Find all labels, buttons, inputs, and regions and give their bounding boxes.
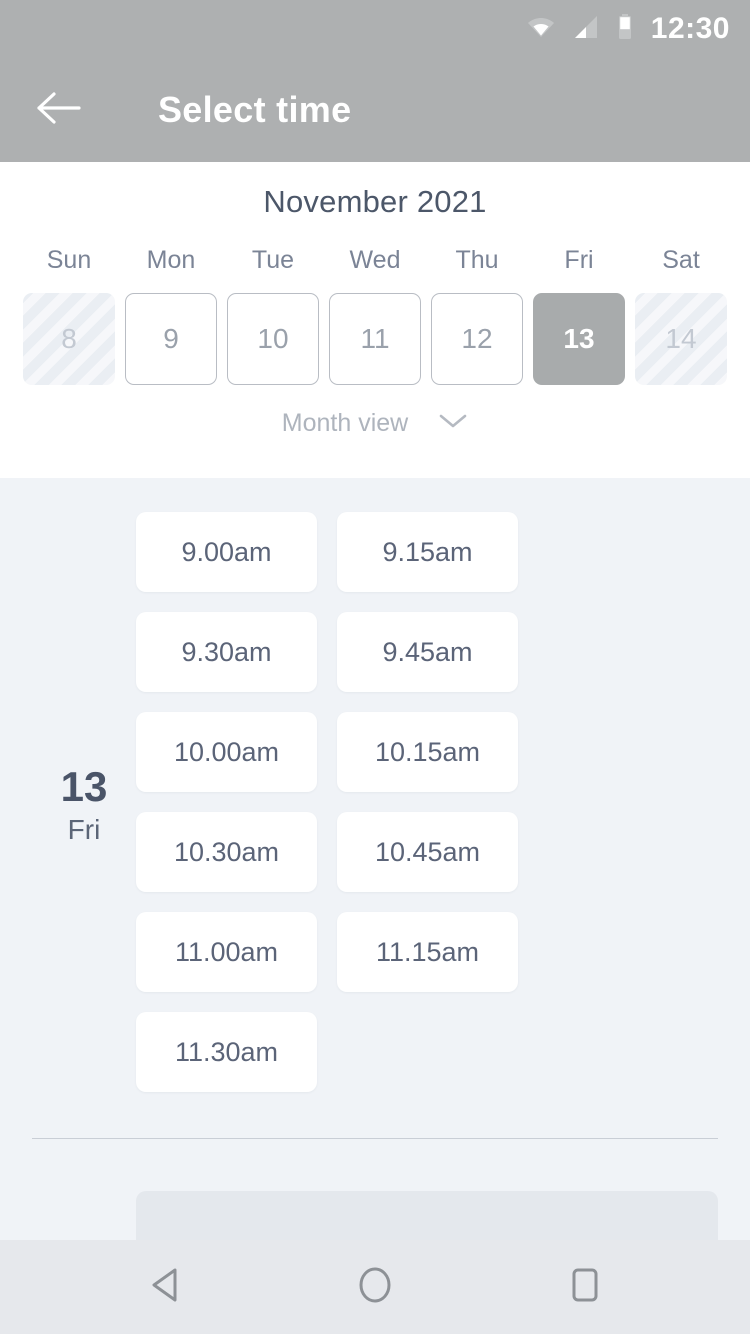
schedule-day-number: 13 <box>60 763 108 810</box>
nav-recents-button[interactable] <box>540 1242 630 1332</box>
calendar-days-row: 8 9 10 11 12 13 14 <box>0 293 750 385</box>
time-slot[interactable]: 9.45am <box>337 612 518 692</box>
time-slot[interactable]: 9.15am <box>337 512 518 592</box>
recents-square-icon <box>568 1266 602 1309</box>
time-slot[interactable]: 11.15am <box>337 912 518 992</box>
weekday-header-row: Sun Mon Tue Wed Thu Fri Sat <box>0 246 750 275</box>
weekday-label-sat: Sat <box>662 246 700 274</box>
time-slot[interactable]: 10.00am <box>136 712 317 792</box>
month-view-toggle[interactable]: Month view <box>0 409 750 438</box>
nav-back-button[interactable] <box>120 1242 210 1332</box>
android-nav-bar <box>0 1240 750 1334</box>
chevron-down-icon <box>438 412 468 435</box>
weekday-label-mon: Mon <box>146 246 196 274</box>
back-triangle-icon <box>148 1267 182 1308</box>
calendar-month-title: November 2021 <box>263 184 487 219</box>
app-bar: Select time <box>0 58 750 162</box>
time-slot[interactable]: 11.30am <box>136 1012 317 1092</box>
month-view-label: Month view <box>281 409 409 437</box>
schedule-list: 13 Fri 9.00am 9.15am 9.30am 9.45am 10.00… <box>0 478 750 1240</box>
phone-screen: 12:30 Select time November 2021 Sun Mon … <box>0 0 750 1334</box>
battery-icon <box>617 13 633 45</box>
time-slot[interactable]: 9.00am <box>136 512 317 592</box>
time-slot-grid: 9.00am 9.15am 9.30am 9.45am 10.00am 10.1… <box>136 512 718 1092</box>
arrow-left-icon <box>35 91 81 130</box>
schedule-day-name: Fri <box>67 814 101 845</box>
calendar-day-8: 8 <box>23 293 115 385</box>
time-slot[interactable]: 10.30am <box>136 812 317 892</box>
calendar-day-12[interactable]: 12 <box>431 293 523 385</box>
nav-home-button[interactable] <box>330 1242 420 1332</box>
time-slot[interactable]: 10.15am <box>337 712 518 792</box>
status-icon-group <box>527 13 633 45</box>
time-slot[interactable]: 9.30am <box>136 612 317 692</box>
status-clock: 12:30 <box>650 12 730 45</box>
time-slot[interactable]: 10.45am <box>337 812 518 892</box>
schedule-day-label-13: 13 Fri <box>32 512 136 1092</box>
status-bar: 12:30 <box>0 0 750 58</box>
weekday-label-thu: Thu <box>455 246 499 274</box>
salon-closed-card: Salon closed <box>136 1191 718 1240</box>
schedule-day-13: 13 Fri 9.00am 9.15am 9.30am 9.45am 10.00… <box>0 478 750 1092</box>
weekday-label-tue: Tue <box>251 246 295 274</box>
schedule-day-number: 14 <box>61 1236 108 1240</box>
calendar-day-10[interactable]: 10 <box>227 293 319 385</box>
weekday-label-wed: Wed <box>349 246 401 274</box>
wifi-icon <box>527 16 555 43</box>
weekday-label-fri: Fri <box>564 246 594 274</box>
calendar-day-11[interactable]: 11 <box>329 293 421 385</box>
calendar-panel: November 2021 Sun Mon Tue Wed Thu Fri Sa… <box>0 162 750 478</box>
calendar-day-14: 14 <box>635 293 727 385</box>
calendar-day-13-selected[interactable]: 13 <box>533 293 625 385</box>
page-title: Select time <box>158 89 352 130</box>
time-slot[interactable]: 11.00am <box>136 912 317 992</box>
weekday-label-sun: Sun <box>46 246 92 274</box>
signal-icon <box>573 15 599 44</box>
back-button[interactable] <box>30 82 86 138</box>
schedule-day-label-14: 14 Sun <box>32 1191 136 1240</box>
calendar-day-9[interactable]: 9 <box>125 293 217 385</box>
schedule-day-14: 14 Sun Salon closed <box>0 1139 750 1240</box>
home-circle-icon <box>357 1265 393 1310</box>
